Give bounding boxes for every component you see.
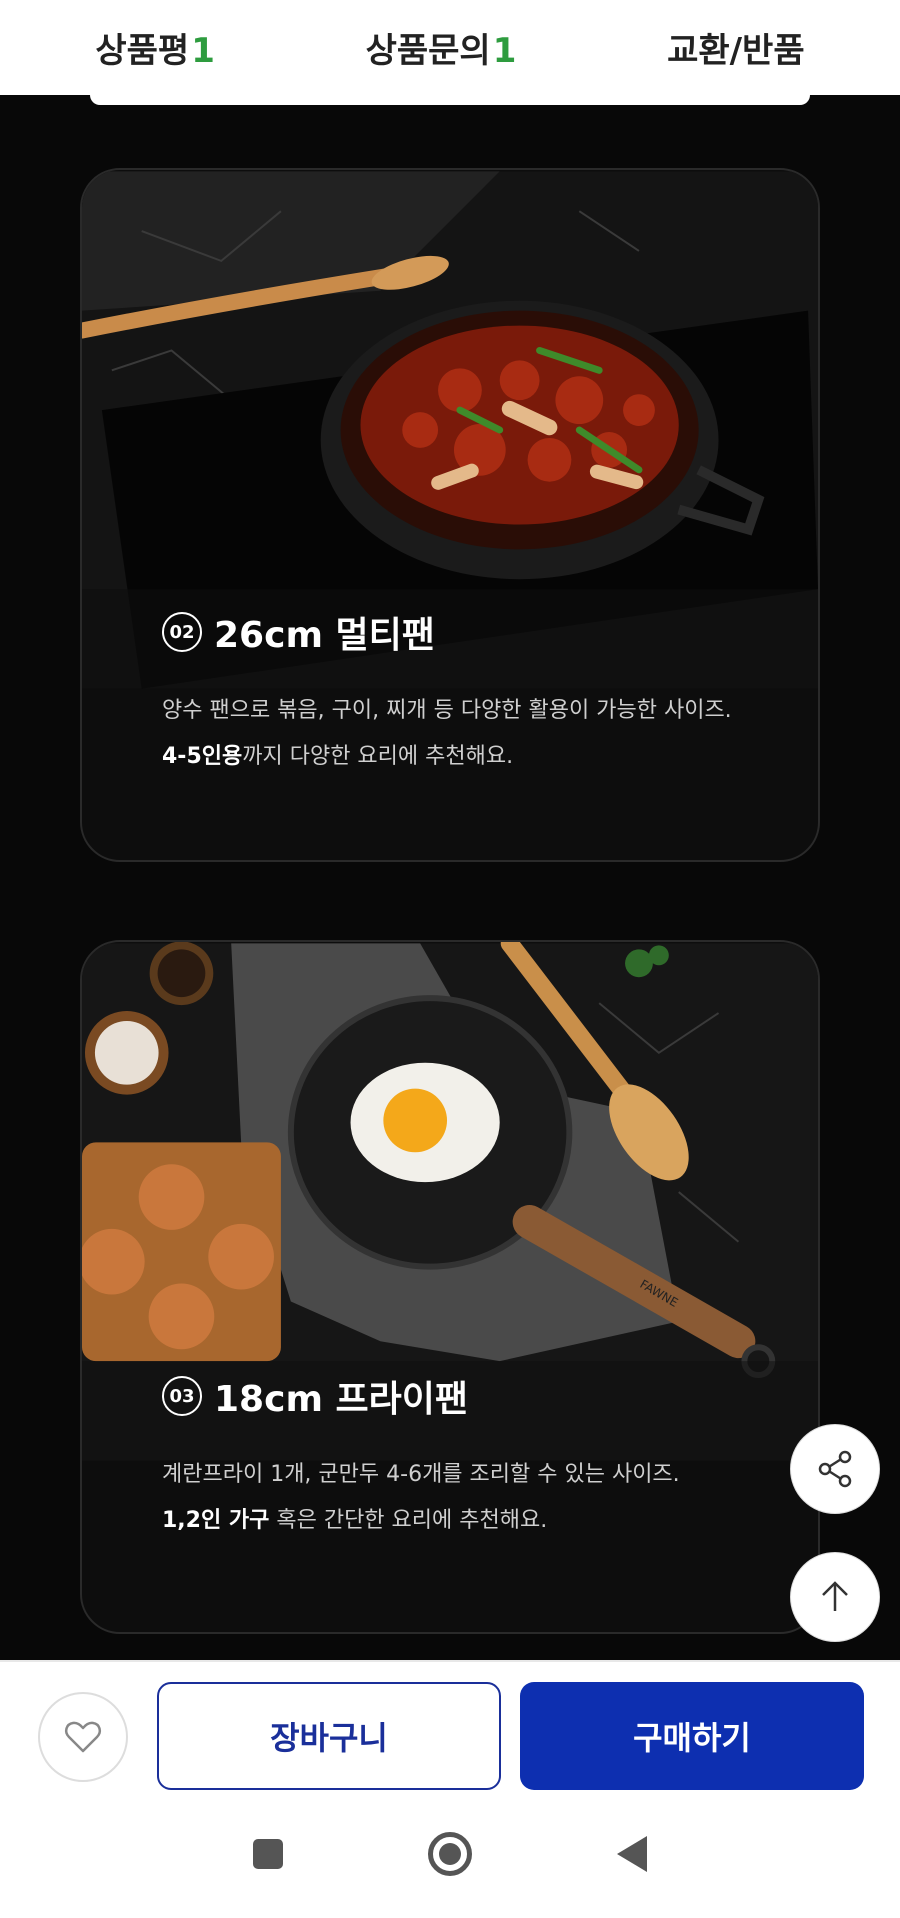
tab-reviews-count: 1 [191,31,215,71]
scroll-to-top-button[interactable] [790,1552,880,1642]
heart-icon [64,1721,102,1753]
purchase-bar: 장바구니 구매하기 [0,1660,900,1790]
frypan-desc-line2: 1,2인 가구 혹은 간단한 요리에 추천해요. [162,1498,680,1544]
multipan-title: 26cm 멀티팬 [214,615,435,656]
frypan-desc-line1: 계란프라이 1개, 군만두 4-6개를 조리할 수 있는 사이즈. [162,1462,680,1487]
multipan-desc-line1: 양수 팬으로 볶음, 구이, 찌개 등 다양한 활용이 가능한 사이즈. [162,698,732,723]
tab-reviews[interactable]: 상품평 1 [95,23,215,72]
frypan-desc-rest: 혹은 간단한 요리에 추천해요. [269,1508,548,1533]
tab-exchange-return[interactable]: 교환/반품 [667,23,805,72]
product-card-multipan: 02 26cm 멀티팬 양수 팬으로 볶음, 구이, 찌개 등 다양한 활용이 … [80,168,820,862]
multipan-number-badge: 02 [162,612,202,652]
product-tab-bar: 상품평 1 상품문의 1 교환/반품 [0,0,900,95]
arrow-up-icon [822,1581,848,1611]
frypan-description: 계란프라이 1개, 군만두 4-6개를 조리할 수 있는 사이즈. 1,2인 가… [162,1452,680,1544]
recent-apps-icon[interactable] [252,1839,283,1869]
multipan-info: 02 26cm 멀티팬 양수 팬으로 볶음, 구이, 찌개 등 다양한 활용이 … [162,606,732,780]
buy-now-button[interactable]: 구매하기 [520,1682,864,1790]
home-icon-dot [438,1843,461,1865]
multipan-description: 양수 팬으로 볶음, 구이, 찌개 등 다양한 활용이 가능한 사이즈. 4-5… [162,688,732,780]
back-icon[interactable] [617,1836,648,1872]
tab-reviews-label: 상품평 [95,31,190,71]
multipan-desc-highlight: 4-5인용 [162,744,243,769]
multipan-desc-line2: 4-5인용까지 다양한 요리에 추천해요. [162,734,732,780]
frypan-info: 03 18cm 프라이팬 계란프라이 1개, 군만두 4-6개를 조리할 수 있… [162,1370,680,1544]
share-icon [818,1450,852,1488]
system-navigation-bar [0,1790,900,1918]
tab-exchange-return-label: 교환/반품 [667,31,805,71]
tab-bar-edge [90,95,810,105]
tab-inquiries-label: 상품문의 [365,31,491,71]
share-button[interactable] [790,1424,880,1514]
product-card-frypan: FAWNE 03 18cm 프라이팬 계란프라이 1개, 군만두 4-6개를 조… [80,940,820,1634]
multipan-title-row: 02 26cm 멀티팬 [162,606,732,658]
tab-inquiries[interactable]: 상품문의 1 [366,23,517,72]
product-detail-content: 02 26cm 멀티팬 양수 팬으로 볶음, 구이, 찌개 등 다양한 활용이 … [0,95,900,1660]
frypan-title: 18cm 프라이팬 [214,1379,468,1420]
home-icon[interactable] [427,1832,472,1876]
wishlist-button[interactable] [38,1692,128,1782]
add-to-cart-button[interactable]: 장바구니 [157,1682,501,1790]
frypan-number-badge: 03 [162,1376,202,1416]
frypan-desc-highlight: 1,2인 가구 [162,1508,270,1533]
multipan-desc-rest: 까지 다양한 요리에 추천해요. [242,744,514,769]
frypan-title-row: 03 18cm 프라이팬 [162,1370,680,1422]
tab-inquiries-count: 1 [492,31,517,71]
